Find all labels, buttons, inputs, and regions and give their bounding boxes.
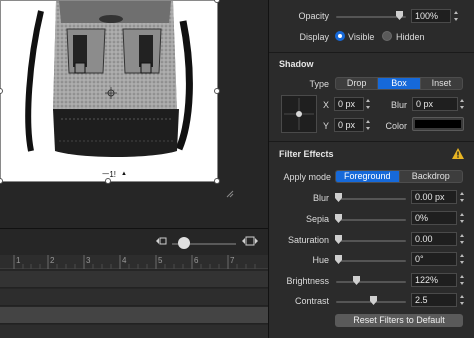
warning-triangle-icon[interactable] bbox=[452, 148, 464, 161]
filter-sepia-label: Sepia bbox=[305, 214, 329, 224]
backpack-illustration bbox=[25, 1, 193, 157]
filter-hue-stepper[interactable] bbox=[459, 252, 465, 266]
shadow-type-inset[interactable]: Inset bbox=[421, 78, 462, 89]
filter-sepia-slider[interactable] bbox=[336, 219, 406, 221]
shadow-type-box[interactable]: Box bbox=[378, 78, 421, 89]
resize-handle-bottom-middle[interactable] bbox=[105, 178, 111, 184]
shadow-offset-pad[interactable] bbox=[281, 95, 317, 133]
filter-blur-stepper[interactable] bbox=[459, 190, 465, 204]
filter-blur-slider[interactable] bbox=[336, 198, 406, 200]
filter-hue-field[interactable]: 0° bbox=[411, 252, 457, 266]
timeline-zoom-thumb[interactable] bbox=[178, 237, 190, 249]
filter-hue-slider-thumb[interactable] bbox=[335, 255, 342, 264]
shadow-type-drop[interactable]: Drop bbox=[336, 78, 379, 89]
filter-blur-slider-thumb[interactable] bbox=[335, 193, 342, 202]
shadow-blur-stepper[interactable] bbox=[459, 97, 465, 111]
filter-contrast-slider-thumb[interactable] bbox=[370, 296, 377, 305]
timeline-track[interactable] bbox=[0, 289, 268, 306]
timeline-zoom-controls bbox=[0, 233, 268, 253]
offset-crosshair-icon bbox=[284, 98, 314, 130]
shadow-x-stepper[interactable] bbox=[365, 97, 371, 111]
ruler-ticks bbox=[13, 255, 256, 269]
filter-sepia-stepper[interactable] bbox=[459, 211, 465, 225]
canvas-area[interactable]: ㅡ1! ▲ bbox=[0, 0, 268, 228]
opacity-field[interactable]: 100% bbox=[411, 9, 451, 23]
filter-contrast-stepper[interactable] bbox=[459, 293, 465, 307]
shadow-x-label: X bbox=[322, 100, 329, 110]
filter-brightness-stepper[interactable] bbox=[459, 273, 465, 287]
opacity-slider-thumb[interactable] bbox=[396, 11, 403, 20]
section-divider bbox=[269, 141, 474, 142]
filter-saturation-stepper[interactable] bbox=[459, 232, 465, 246]
shadow-color-swatch bbox=[415, 120, 461, 128]
page-marker: ▲ bbox=[121, 171, 127, 177]
filter-saturation-field[interactable]: 0.00 bbox=[411, 232, 457, 246]
filter-saturation-slider[interactable] bbox=[336, 240, 406, 242]
opacity-stepper[interactable] bbox=[453, 9, 459, 23]
timeline-panel: 1 2 3 4 5 6 7 bbox=[0, 228, 268, 338]
shadow-color-well[interactable] bbox=[412, 117, 464, 131]
filter-saturation-label: Saturation bbox=[287, 235, 329, 245]
shadow-section-title: Shadow bbox=[279, 59, 314, 69]
filter-brightness-label: Brightness bbox=[286, 276, 329, 286]
zoom-in-icon[interactable] bbox=[242, 236, 258, 248]
reset-filters-button[interactable]: Reset Filters to Default bbox=[335, 314, 463, 327]
shadow-blur-label: Blur bbox=[390, 100, 407, 110]
resize-grip-icon[interactable] bbox=[226, 190, 234, 198]
shadow-y-field[interactable]: 0 px bbox=[334, 118, 364, 132]
shadow-y-label: Y bbox=[322, 121, 329, 131]
shadow-x-field[interactable]: 0 px bbox=[334, 97, 364, 111]
filter-brightness-slider[interactable] bbox=[336, 281, 406, 283]
display-label: Display bbox=[299, 32, 329, 42]
filter-blur-label: Blur bbox=[312, 193, 329, 203]
shadow-color-label: Color bbox=[385, 121, 407, 131]
filter-brightness-slider-thumb[interactable] bbox=[353, 276, 360, 285]
inspector-panel: Opacity 100% Display Visible Hidden Shad… bbox=[268, 0, 474, 338]
shadow-y-stepper[interactable] bbox=[365, 118, 371, 132]
backpack-image[interactable]: ㅡ1! ▲ bbox=[0, 0, 218, 182]
apply-mode-label: Apply mode bbox=[283, 172, 331, 182]
apply-mode-segmented[interactable]: Foreground Backdrop bbox=[335, 170, 463, 183]
apply-mode-foreground[interactable]: Foreground bbox=[336, 171, 400, 182]
resize-handle-right-middle[interactable] bbox=[214, 88, 220, 94]
shadow-type-label: Type bbox=[309, 79, 329, 89]
filter-blur-field[interactable]: 0.00 px bbox=[411, 190, 457, 204]
filter-contrast-field[interactable]: 2.5 bbox=[411, 293, 457, 307]
filter-sepia-slider-thumb[interactable] bbox=[335, 214, 342, 223]
timeline-track[interactable] bbox=[0, 325, 268, 338]
shadow-type-segmented[interactable]: Drop Box Inset bbox=[335, 77, 463, 90]
timeline-track[interactable] bbox=[0, 307, 268, 324]
resize-handle-bottom-left[interactable] bbox=[0, 178, 3, 184]
display-hidden-radio[interactable] bbox=[382, 31, 392, 41]
section-divider bbox=[269, 52, 474, 53]
resize-handle-bottom-right[interactable] bbox=[214, 178, 220, 184]
shadow-blur-field[interactable]: 0 px bbox=[412, 97, 458, 111]
resize-handle-top-right[interactable] bbox=[214, 0, 220, 3]
display-visible-radio[interactable] bbox=[335, 31, 345, 41]
display-visible-label[interactable]: Visible bbox=[348, 32, 374, 42]
apply-mode-backdrop[interactable]: Backdrop bbox=[400, 171, 463, 182]
timeline-track[interactable] bbox=[0, 271, 268, 288]
filter-hue-label: Hue bbox=[312, 255, 329, 265]
filter-contrast-label: Contrast bbox=[294, 296, 329, 306]
zoom-out-icon[interactable] bbox=[156, 236, 168, 248]
timeline-ruler[interactable]: 1 2 3 4 5 6 7 bbox=[0, 255, 268, 269]
display-hidden-label[interactable]: Hidden bbox=[396, 32, 425, 42]
filter-effects-section-title: Filter Effects bbox=[279, 149, 334, 159]
opacity-label: Opacity bbox=[298, 11, 329, 21]
filter-saturation-slider-thumb[interactable] bbox=[335, 235, 342, 244]
opacity-slider[interactable] bbox=[336, 16, 406, 18]
filter-sepia-field[interactable]: 0% bbox=[411, 211, 457, 225]
filter-hue-slider[interactable] bbox=[336, 260, 406, 262]
filter-brightness-field[interactable]: 122% bbox=[411, 273, 457, 287]
